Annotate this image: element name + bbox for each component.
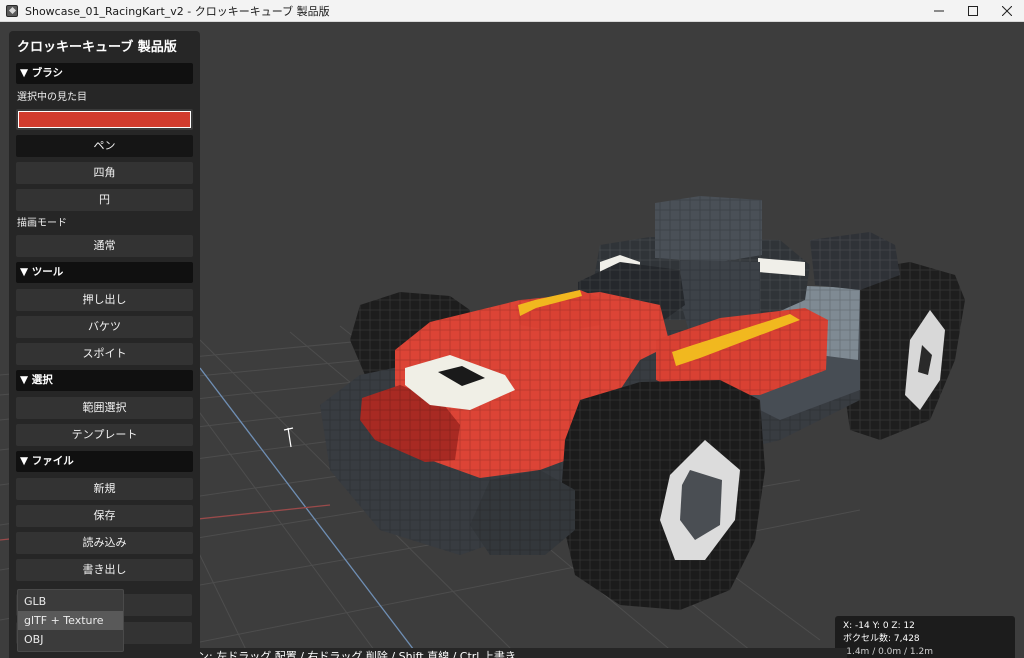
template-button[interactable]: テンプレート bbox=[16, 424, 193, 446]
tool-rect-button[interactable]: 四角 bbox=[16, 162, 193, 184]
new-file-button[interactable]: 新規 bbox=[16, 478, 193, 500]
export-option-glb[interactable]: GLB bbox=[18, 592, 123, 611]
export-option-obj[interactable]: OBJ bbox=[18, 630, 123, 649]
draw-mode-label: 描画モード bbox=[17, 218, 67, 229]
export-format-dropdown[interactable]: GLB glTF + Texture OBJ bbox=[17, 589, 124, 652]
tool-circle-button[interactable]: 円 bbox=[16, 189, 193, 211]
eyedropper-button[interactable]: スポイト bbox=[16, 343, 193, 365]
window-controls bbox=[922, 0, 1024, 22]
cursor-coordinates: X: -14 Y: 0 Z: 12 bbox=[843, 621, 915, 631]
selected-color-swatch[interactable] bbox=[18, 111, 191, 128]
maximize-icon[interactable] bbox=[956, 0, 990, 22]
save-button[interactable]: 保存 bbox=[16, 505, 193, 527]
tool-panel: クロッキーキューブ 製品版 ▼ ブラシ 選択中の見た目 ペン 四角 円 描画モー… bbox=[9, 31, 200, 658]
load-button[interactable]: 読み込み bbox=[16, 532, 193, 554]
draw-mode-button[interactable]: 通常 bbox=[16, 235, 193, 257]
selected-look-label: 選択中の見た目 bbox=[17, 92, 87, 103]
model-dimensions: -1.4m / 0.0m / 1.2m bbox=[843, 647, 933, 657]
window-title: Showcase_01_RacingKart_v2 - クロッキーキューブ 製品… bbox=[25, 4, 330, 18]
section-selection-header[interactable]: ▼ 選択 bbox=[16, 370, 193, 391]
voxel-count: ボクセル数: 7,428 bbox=[843, 634, 920, 644]
tool-pen-button[interactable]: ペン bbox=[16, 135, 193, 157]
extrude-button[interactable]: 押し出し bbox=[16, 289, 193, 311]
status-info-panel: X: -14 Y: 0 Z: 12 ボクセル数: 7,428 -1.4m / 0… bbox=[835, 616, 1015, 658]
minimize-icon[interactable] bbox=[922, 0, 956, 22]
export-button[interactable]: 書き出し bbox=[16, 559, 193, 581]
kart-model bbox=[320, 196, 965, 610]
close-icon[interactable] bbox=[990, 0, 1024, 22]
bucket-button[interactable]: バケツ bbox=[16, 316, 193, 338]
color-swatch-frame[interactable] bbox=[16, 109, 193, 130]
export-option-gltf-texture[interactable]: glTF + Texture bbox=[18, 611, 123, 630]
panel-title: クロッキーキューブ 製品版 bbox=[17, 40, 177, 55]
range-select-button[interactable]: 範囲選択 bbox=[16, 397, 193, 419]
app-icon bbox=[6, 4, 18, 17]
section-brush-header[interactable]: ▼ ブラシ bbox=[16, 63, 193, 84]
section-file-header[interactable]: ▼ ファイル bbox=[16, 451, 193, 472]
section-tools-header[interactable]: ▼ ツール bbox=[16, 262, 193, 283]
hint-bar: ペン: 左ドラッグ 配置 / 右ドラッグ 削除 / Shift 直線 / Ctr… bbox=[180, 648, 847, 658]
window-titlebar: Showcase_01_RacingKart_v2 - クロッキーキューブ 製品… bbox=[0, 0, 1024, 22]
